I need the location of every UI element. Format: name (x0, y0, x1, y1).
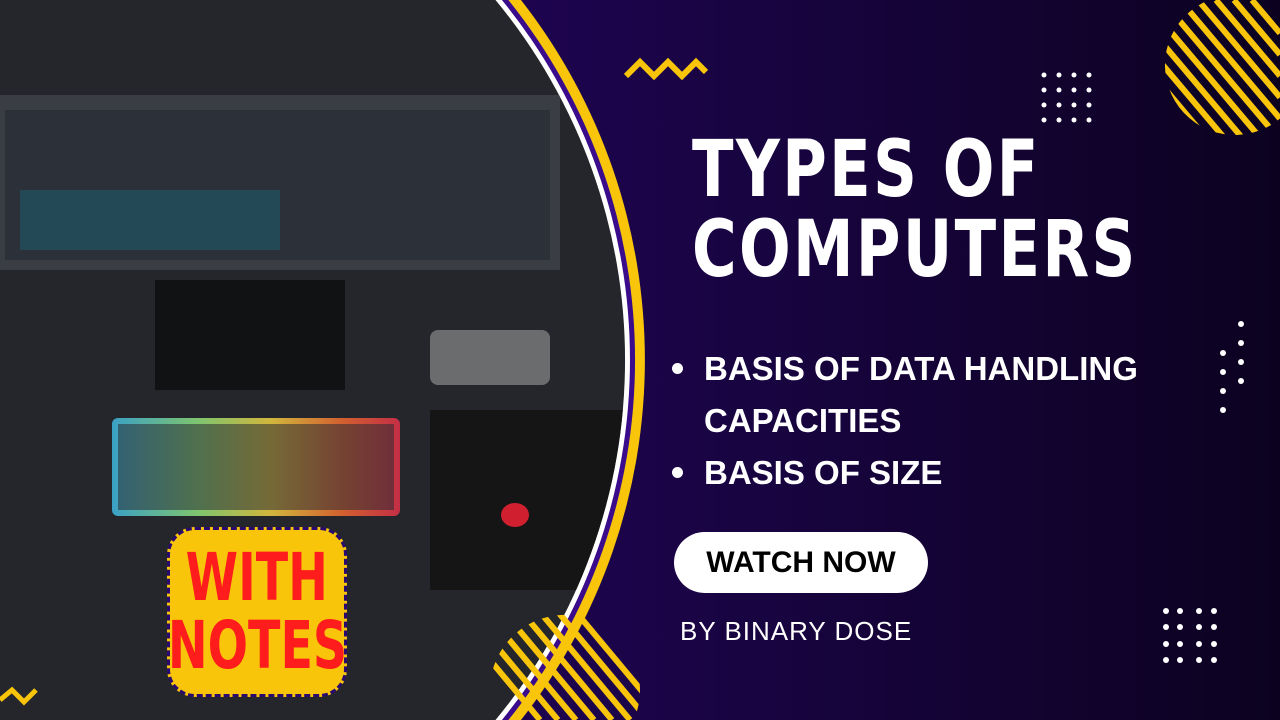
title-line: COMPUTERS (692, 205, 1138, 295)
byline: BY BINARY DOSE (680, 616, 913, 646)
badge-line: NOTES (167, 607, 347, 684)
badge-line: WITH (185, 539, 329, 616)
watch-now-button[interactable]: WATCH NOW (674, 532, 928, 593)
topic-list: BASIS OF DATA HANDLING CAPACITIES BASIS … (672, 343, 1194, 499)
page-title: TYPES OF COMPUTERS (692, 130, 1138, 290)
list-item: BASIS OF DATA HANDLING CAPACITIES (672, 343, 1194, 447)
list-item: BASIS OF SIZE (672, 447, 1194, 499)
with-notes-badge: WITH NOTES (167, 527, 347, 697)
title-line: TYPES OF (692, 125, 1041, 215)
